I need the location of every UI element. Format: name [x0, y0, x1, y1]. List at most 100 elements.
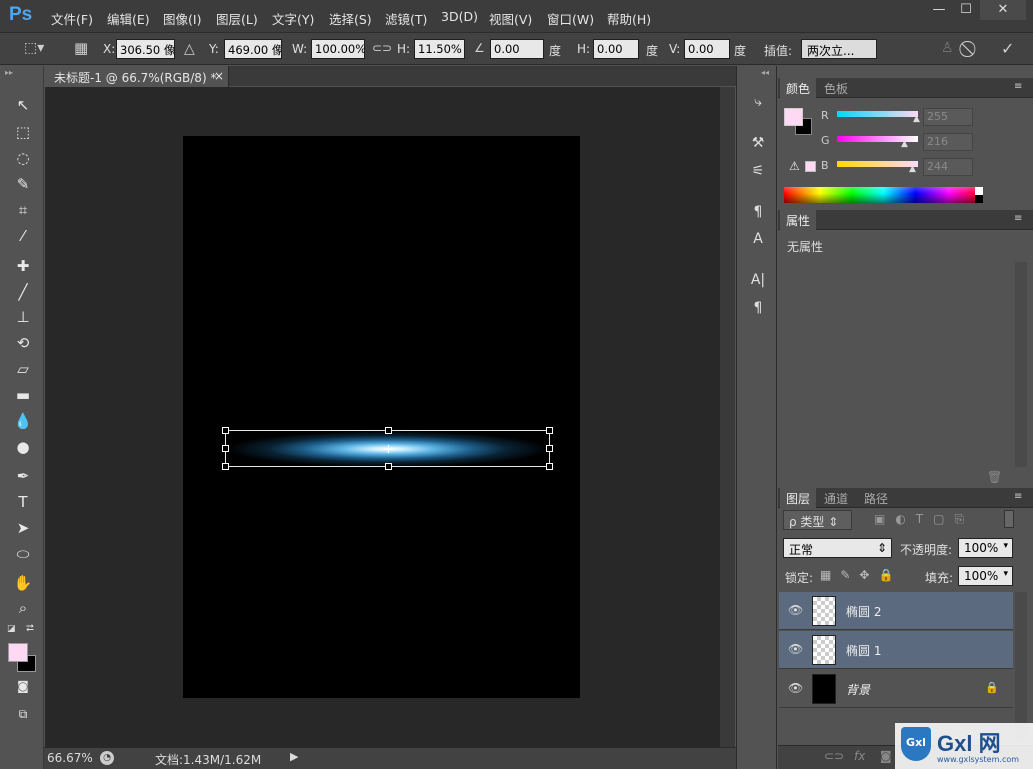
default-colors-icon[interactable]: ◪ [7, 624, 16, 634]
paragraph-panel-icon[interactable]: ¶ [746, 297, 770, 319]
r-slider-thumb[interactable]: ▲ [913, 114, 920, 124]
paragraph-styles-icon[interactable]: ¶ [746, 201, 770, 223]
b-slider-thumb[interactable]: ▲ [909, 164, 916, 174]
menu-edit[interactable]: 编辑(E) [107, 9, 150, 28]
r-slider[interactable] [837, 111, 918, 117]
fill-field[interactable]: 100% ▾ [958, 566, 1013, 586]
color-spectrum-ramp[interactable] [784, 187, 983, 203]
panel-menu-icon[interactable]: ≡ [1014, 81, 1022, 92]
collapse-icon[interactable]: ◂◂ [761, 68, 769, 77]
menu-help[interactable]: 帮助(H) [607, 9, 651, 28]
angle-field[interactable]: 0.00 [490, 39, 544, 59]
history-panel-icon[interactable]: ⤷ [746, 91, 770, 113]
stamp-tool-icon[interactable]: ⊥ [11, 306, 35, 328]
properties-scrollbar[interactable] [1015, 262, 1027, 467]
hskew-field[interactable]: 0.00 [593, 39, 639, 59]
tab-channels[interactable]: 通道 [818, 488, 854, 508]
menu-3d[interactable]: 3D(D) [441, 9, 478, 24]
link-icon[interactable]: ⊂⊃ [372, 41, 392, 55]
y-field[interactable]: 469.00 像 [224, 39, 282, 59]
tab-properties[interactable]: 属性 [780, 210, 817, 230]
menu-image[interactable]: 图像(I) [163, 9, 201, 28]
color-fg-swatch[interactable] [784, 108, 803, 126]
panel-menu-icon[interactable]: ≡ [1014, 491, 1022, 502]
type-tool-icon[interactable]: T [11, 491, 35, 513]
transform-handle-r[interactable] [546, 445, 553, 452]
spectrum-white[interactable] [975, 187, 983, 195]
zoom-tool-icon[interactable]: ⌕ [11, 597, 35, 619]
transform-handle-tr[interactable] [546, 427, 553, 434]
delta-icon[interactable]: △ [184, 41, 195, 57]
tab-layers[interactable]: 图层 [780, 488, 817, 508]
maximize-button[interactable]: ☐ [952, 0, 980, 20]
transform-handle-bl[interactable] [222, 463, 229, 470]
blend-mode-select[interactable]: 正常 ⇕ [783, 538, 892, 558]
g-value[interactable]: 216 [923, 133, 973, 151]
minimize-button[interactable]: — [925, 0, 953, 20]
warp-icon[interactable]: ♙ [941, 40, 954, 56]
r-value[interactable]: 255 [923, 108, 973, 126]
foreground-color-swatch[interactable] [8, 643, 28, 662]
screen-mode-icon[interactable]: ⧉ [11, 703, 35, 725]
transform-handle-br[interactable] [546, 463, 553, 470]
transform-center-icon[interactable]: ✛ [383, 444, 394, 455]
character-styles-icon[interactable]: A [746, 228, 770, 250]
menu-select[interactable]: 选择(S) [329, 9, 372, 28]
opacity-field[interactable]: 100% ▾ [958, 538, 1013, 558]
swap-colors-icon[interactable]: ⮂ [26, 623, 34, 634]
b-slider[interactable] [837, 161, 918, 167]
menu-view[interactable]: 视图(V) [489, 9, 532, 28]
visibility-eye-icon[interactable]: 👁 [788, 642, 803, 656]
brush-tool-icon[interactable]: ╱ [11, 281, 35, 303]
info-icon[interactable]: ◔ [100, 751, 114, 765]
visibility-eye-icon[interactable]: 👁 [788, 603, 803, 617]
marquee-tool-icon[interactable]: ⬚ [11, 121, 35, 143]
tool-presets-icon[interactable]: ⚒ [746, 132, 770, 154]
menu-layer[interactable]: 图层(L) [216, 9, 258, 28]
vertical-scrollbar[interactable] [720, 87, 735, 747]
link-layers-icon[interactable]: ⊂⊃ [824, 749, 844, 763]
eraser-tool-icon[interactable]: ▱ [11, 358, 35, 380]
commit-transform-icon[interactable]: ✓ [1001, 39, 1014, 58]
tab-swatches[interactable]: 色板 [818, 78, 854, 98]
fx-icon[interactable]: fx [854, 749, 865, 763]
menu-type[interactable]: 文字(Y) [272, 9, 314, 28]
ellipse-tool-icon[interactable]: ⬭ [11, 543, 35, 565]
menu-file[interactable]: 文件(F) [51, 9, 93, 28]
layer-filter-select[interactable]: ρ 类型 ⇕ [783, 510, 852, 530]
spectrum-black[interactable] [975, 195, 983, 203]
layer-row-ellipse-1[interactable]: 👁 椭圆 1 [779, 631, 1013, 669]
healing-brush-icon[interactable]: ✚ [11, 255, 35, 277]
g-slider-thumb[interactable]: ▲ [901, 139, 908, 149]
blur-tool-icon[interactable]: 💧 [11, 410, 35, 432]
visibility-eye-icon[interactable]: 👁 [788, 681, 803, 695]
dodge-tool-icon[interactable]: ● [11, 436, 35, 458]
w-field[interactable]: 100.00% [311, 39, 365, 59]
zoom-level[interactable]: 66.67% [47, 751, 93, 765]
status-menu-arrow-icon[interactable]: ▶ [290, 750, 298, 763]
path-select-icon[interactable]: ➤ [11, 517, 35, 539]
brush-presets-icon[interactable]: ⚟ [746, 160, 770, 182]
vskew-field[interactable]: 0.00 [684, 39, 730, 59]
menu-window[interactable]: 窗口(W) [547, 9, 594, 28]
crop-tool-icon[interactable]: ⌗ [11, 199, 35, 221]
tab-close-icon[interactable]: × [214, 69, 224, 83]
pen-tool-icon[interactable]: ✒ [11, 465, 35, 487]
character-panel-icon[interactable]: A| [746, 269, 770, 291]
gradient-tool-icon[interactable]: ▬ [11, 384, 35, 406]
lock-icons[interactable]: ▦✎✥🔒 [820, 568, 902, 582]
tab-color[interactable]: 颜色 [780, 78, 817, 98]
history-brush-icon[interactable]: ⟲ [11, 332, 35, 354]
transform-handle-l[interactable] [222, 445, 229, 452]
layer-name[interactable]: 椭圆 2 [846, 603, 881, 620]
trash-icon[interactable]: 🗑 [987, 470, 1002, 484]
hand-tool-icon[interactable]: ✋ [11, 572, 35, 594]
layer-row-background[interactable]: 👁 背景 🔒 [779, 670, 1013, 708]
document-tab[interactable]: 未标题-1 @ 66.7%(RGB/8) * × [44, 66, 229, 87]
transform-tool-icon[interactable]: ⬚▾ [24, 40, 44, 56]
layers-scrollbar[interactable] [1015, 592, 1027, 742]
move-tool-icon[interactable]: ↖ [11, 94, 35, 116]
panel-menu-icon[interactable]: ≡ [1014, 213, 1022, 224]
lasso-tool-icon[interactable]: ◌ [11, 147, 35, 169]
transform-handle-t[interactable] [385, 427, 392, 434]
